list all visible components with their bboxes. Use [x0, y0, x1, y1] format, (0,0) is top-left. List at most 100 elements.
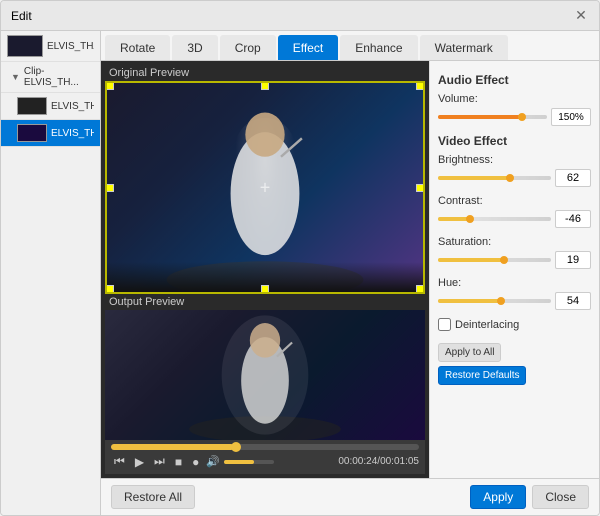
- brightness-slider-container: [438, 169, 591, 187]
- saturation-spinner[interactable]: [555, 251, 591, 269]
- volume-spinner[interactable]: [551, 108, 591, 126]
- sidebar-item-1[interactable]: ELVIS_THATS_: [1, 31, 100, 62]
- saturation-label: Saturation:: [438, 236, 591, 248]
- original-preview-label: Original Preview: [105, 65, 425, 81]
- contrast-slider-thumb[interactable]: [466, 215, 474, 223]
- saturation-slider-track[interactable]: [438, 258, 551, 262]
- sidebar-item-4[interactable]: ELVIS_THATS_: [1, 120, 100, 147]
- crop-handle-ml[interactable]: [106, 184, 114, 192]
- contrast-spinner[interactable]: [555, 210, 591, 228]
- video-controls: ⏮ ▶ ⏭ ■ ● 🔊 00:00:24/00:01:05: [105, 440, 425, 474]
- brightness-row: Brightness:: [438, 154, 591, 187]
- tabs-bar: Rotate 3D Crop Effect Enhance Watermark: [101, 31, 599, 61]
- sidebar-thumb-4: [17, 124, 47, 142]
- close-window-button[interactable]: ✕: [573, 8, 589, 24]
- video-area: Original Preview: [101, 61, 429, 478]
- crop-handle-tm[interactable]: [261, 82, 269, 90]
- title-bar: Edit ✕: [1, 1, 599, 31]
- sidebar-item-label-4: ELVIS_THATS_: [51, 128, 94, 139]
- tab-crop[interactable]: Crop: [220, 35, 276, 60]
- crop-handle-mr[interactable]: [416, 184, 424, 192]
- window-title: Edit: [11, 9, 32, 23]
- volume-label: Volume:: [438, 93, 591, 105]
- volume-slider-thumb[interactable]: [518, 113, 526, 121]
- saturation-slider-fill: [438, 258, 502, 262]
- hue-slider-track[interactable]: [438, 299, 551, 303]
- contrast-label: Contrast:: [438, 195, 591, 207]
- crop-handle-tr[interactable]: [416, 82, 424, 90]
- brightness-label: Brightness:: [438, 154, 591, 166]
- output-video-placeholder: [105, 310, 425, 440]
- contrast-slider-fill: [438, 217, 469, 221]
- sidebar-item-3[interactable]: ELVIS_TH...: [1, 93, 100, 120]
- apply-to-all-button[interactable]: Apply to All: [438, 343, 501, 362]
- crop-handle-tl[interactable]: [106, 82, 114, 90]
- saturation-slider-container: [438, 251, 591, 269]
- apply-button[interactable]: Apply: [470, 485, 526, 509]
- deinterlacing-checkbox[interactable]: [438, 318, 451, 331]
- hue-slider-fill: [438, 299, 499, 303]
- tab-3d[interactable]: 3D: [172, 35, 217, 60]
- hue-slider-thumb[interactable]: [497, 297, 505, 305]
- contrast-slider-track[interactable]: [438, 217, 551, 221]
- volume-bar[interactable]: [224, 460, 274, 464]
- close-button[interactable]: Close: [532, 485, 589, 509]
- tab-enhance[interactable]: Enhance: [340, 35, 417, 60]
- output-figure-svg: [105, 310, 425, 440]
- progress-thumb[interactable]: [231, 442, 241, 452]
- effects-panel: Audio Effect Volume:: [429, 61, 599, 478]
- tab-watermark[interactable]: Watermark: [420, 35, 508, 60]
- time-total: 00:01:05: [380, 456, 419, 467]
- output-preview: [105, 310, 425, 440]
- sidebar: ELVIS_THATS_ ▼ Clip-ELVIS_TH... ELVIS_TH…: [1, 31, 101, 515]
- progress-bar[interactable]: [111, 444, 419, 450]
- time-current: 00:00:24: [338, 456, 377, 467]
- contrast-slider-container: [438, 210, 591, 228]
- crop-handle-bm[interactable]: [261, 285, 269, 293]
- output-preview-label: Output Preview: [105, 294, 425, 310]
- expand-icon-2: ▼: [11, 72, 20, 82]
- hue-label: Hue:: [438, 277, 591, 289]
- play-button[interactable]: ▶: [132, 454, 147, 470]
- output-section: Output Preview: [105, 294, 425, 440]
- bottom-bar: Restore All Apply Close: [101, 478, 599, 515]
- brightness-slider-fill: [438, 176, 508, 180]
- panel-content: Original Preview: [101, 61, 599, 478]
- volume-fill: [224, 460, 254, 464]
- deinterlacing-label: Deinterlacing: [455, 319, 519, 331]
- volume-slider-track[interactable]: [438, 115, 547, 119]
- record-button[interactable]: ●: [189, 454, 202, 470]
- sidebar-thumb-1: [7, 35, 43, 57]
- restore-defaults-button[interactable]: Restore Defaults: [438, 366, 526, 385]
- hue-row: Hue:: [438, 277, 591, 310]
- crop-handle-bl[interactable]: [106, 285, 114, 293]
- video-effect-title: Video Effect: [438, 134, 591, 148]
- volume-slider-fill: [438, 115, 520, 119]
- restore-all-button[interactable]: Restore All: [111, 485, 195, 509]
- hue-slider-container: [438, 292, 591, 310]
- volume-slider-container: [438, 108, 591, 126]
- brightness-spinner[interactable]: [555, 169, 591, 187]
- audio-effect-title: Audio Effect: [438, 73, 591, 87]
- sidebar-item-label-3: ELVIS_TH...: [51, 101, 94, 112]
- progress-fill: [111, 444, 234, 450]
- brightness-slider-track[interactable]: [438, 176, 551, 180]
- tab-rotate[interactable]: Rotate: [105, 35, 170, 60]
- controls-row: ⏮ ▶ ⏭ ■ ● 🔊 00:00:24/00:01:05: [111, 453, 419, 470]
- crop-handle-br[interactable]: [416, 285, 424, 293]
- sidebar-item-2[interactable]: ▼ Clip-ELVIS_TH...: [1, 62, 100, 93]
- main-content: ELVIS_THATS_ ▼ Clip-ELVIS_TH... ELVIS_TH…: [1, 31, 599, 515]
- step-forward-button[interactable]: ⏭: [151, 453, 168, 470]
- contrast-row: Contrast:: [438, 195, 591, 228]
- sidebar-thumb-3: [17, 97, 47, 115]
- stop-button[interactable]: ■: [172, 454, 185, 470]
- effect-action-buttons: Apply to All Restore Defaults: [438, 343, 591, 385]
- sidebar-item-label-1: ELVIS_THATS_: [47, 41, 94, 52]
- hue-spinner[interactable]: [555, 292, 591, 310]
- skip-start-button[interactable]: ⏮: [111, 453, 128, 470]
- tab-effect[interactable]: Effect: [278, 35, 338, 60]
- volume-row: Volume:: [438, 93, 591, 126]
- saturation-slider-thumb[interactable]: [500, 256, 508, 264]
- brightness-slider-thumb[interactable]: [506, 174, 514, 182]
- time-display: 00:00:24/00:01:05: [338, 456, 419, 467]
